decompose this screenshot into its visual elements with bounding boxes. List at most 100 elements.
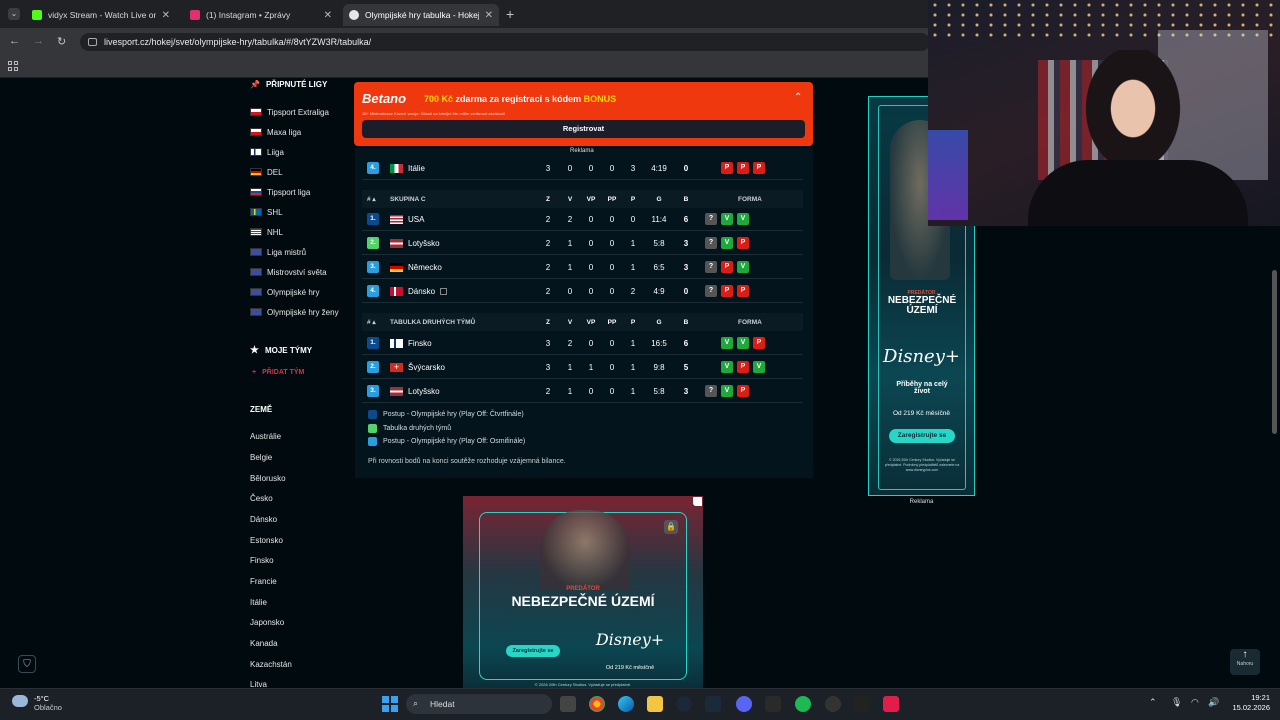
- table-row[interactable]: 3. Lotyšsko 2 1 0 0 1 5:8 3 ? V P: [362, 380, 803, 403]
- tiktok-icon[interactable]: [883, 696, 899, 712]
- team-name[interactable]: Lotyšsko: [408, 239, 440, 248]
- form-badge[interactable]: ?: [705, 385, 717, 397]
- form-badge[interactable]: V: [753, 361, 765, 373]
- country-link[interactable]: Estonsko: [250, 536, 283, 545]
- form-badge[interactable]: ?: [705, 285, 717, 297]
- scrollbar-thumb[interactable]: [1272, 270, 1277, 434]
- form-badge[interactable]: P: [737, 162, 749, 174]
- form-badge[interactable]: P: [737, 385, 749, 397]
- tab-instagram[interactable]: (1) Instagram • Zprávy ✕: [184, 4, 338, 26]
- sidebar-item-olympijske-hry-zeny[interactable]: Olympijské hry ženy: [250, 304, 339, 320]
- steam-icon[interactable]: [676, 696, 692, 712]
- form-badge[interactable]: P: [721, 261, 733, 273]
- chrome-icon[interactable]: [589, 696, 605, 712]
- sidebar-item-tipsport-liga[interactable]: Tipsport liga: [250, 184, 310, 200]
- tab-kick[interactable]: vidyx Stream - Watch Live on Kick ✕: [26, 4, 176, 26]
- country-link[interactable]: Česko: [250, 494, 273, 503]
- info-icon[interactable]: [440, 287, 448, 295]
- table-row[interactable]: 2. Lotyšsko 2 1 0 0 1 5:8 3 ? V P: [362, 232, 803, 255]
- weather-icon[interactable]: [12, 695, 28, 707]
- form-badge[interactable]: V: [737, 261, 749, 273]
- sidebar-item-mistrovstvi-sveta[interactable]: Mistrovství světa: [250, 264, 327, 280]
- country-link[interactable]: Austrálie: [250, 432, 281, 441]
- country-link[interactable]: Finsko: [250, 556, 274, 565]
- form-badge[interactable]: P: [737, 361, 749, 373]
- form-badge[interactable]: ?: [705, 261, 717, 273]
- close-icon[interactable]: ✕: [162, 10, 170, 21]
- form-badge[interactable]: P: [737, 285, 749, 297]
- url-bar[interactable]: livesport.cz/hokej/svet/olympijske-hry/t…: [80, 33, 930, 51]
- team-name[interactable]: Německo: [408, 263, 442, 272]
- capcut-icon[interactable]: [853, 696, 869, 712]
- back-to-top-button[interactable]: ↑ Nahoru: [1230, 649, 1260, 675]
- reload-icon[interactable]: ↻: [57, 35, 66, 48]
- obs-icon[interactable]: [825, 696, 841, 712]
- weather-widget[interactable]: -5°C Oblačno: [34, 694, 62, 712]
- form-badge[interactable]: ?: [705, 213, 717, 225]
- sidebar-item-liga-mistru[interactable]: Liga mistrů: [250, 244, 306, 260]
- edge-icon[interactable]: [618, 696, 634, 712]
- spotify-icon[interactable]: [795, 696, 811, 712]
- team-name[interactable]: Finsko: [408, 339, 432, 348]
- microphone-icon[interactable]: 🎙: [1171, 697, 1182, 708]
- add-team-button[interactable]: + PŘIDAT TÝM: [252, 369, 304, 376]
- discord-icon[interactable]: [736, 696, 752, 712]
- table-row[interactable]: 3. Německo 2 1 0 0 1 6:5 3 ? P V: [362, 256, 803, 279]
- team-name[interactable]: Dánsko: [408, 287, 448, 296]
- form-badge[interactable]: V: [721, 361, 733, 373]
- taskbar-search[interactable]: Hledat: [406, 694, 552, 714]
- form-badge[interactable]: P: [721, 285, 733, 297]
- team-name[interactable]: Itálie: [408, 164, 425, 173]
- sidebar-item-liiga[interactable]: Liiga: [250, 144, 284, 160]
- ad-cta-button[interactable]: Zaregistrujte se: [889, 429, 955, 443]
- new-tab-icon[interactable]: +: [506, 6, 514, 22]
- clock[interactable]: 19:21 15.02.2026: [1226, 693, 1270, 713]
- shield-icon[interactable]: ⛉: [18, 655, 36, 673]
- table-row[interactable]: 4. Dánsko 2 0 0 0 2 4:9 0 ? P P: [362, 280, 803, 303]
- sidebar-item-shl[interactable]: SHL: [250, 204, 283, 220]
- forward-icon[interactable]: →: [33, 35, 44, 47]
- form-badge[interactable]: P: [753, 337, 765, 349]
- team-name[interactable]: USA: [408, 215, 424, 224]
- chevron-up-icon[interactable]: ⌃: [1149, 697, 1157, 708]
- country-link[interactable]: Kazachstán: [250, 660, 292, 669]
- file-explorer-icon[interactable]: [647, 696, 663, 712]
- wifi-icon[interactable]: ◠: [1191, 697, 1199, 708]
- site-info-icon[interactable]: [88, 38, 97, 46]
- back-icon[interactable]: ←: [9, 35, 20, 47]
- ad-cta-button[interactable]: Zaregistrujte se: [506, 645, 560, 657]
- form-badge[interactable]: P: [721, 162, 733, 174]
- volume-icon[interactable]: 🔊: [1208, 697, 1219, 708]
- form-badge[interactable]: V: [721, 237, 733, 249]
- sidebar-item-olympijske-hry[interactable]: Olympijské hry: [250, 284, 319, 300]
- adchoices-icon[interactable]: [693, 497, 702, 506]
- epic-games-icon[interactable]: [765, 696, 781, 712]
- sidebar-item-del[interactable]: DEL: [250, 164, 283, 180]
- form-badge[interactable]: V: [721, 213, 733, 225]
- country-link[interactable]: Belgie: [250, 453, 272, 462]
- team-name[interactable]: Lotyšsko: [408, 387, 440, 396]
- close-icon[interactable]: ✕: [485, 10, 493, 21]
- table-row[interactable]: 1. USA 2 2 0 0 0 11:4 6 ? V V: [362, 208, 803, 231]
- store-icon[interactable]: [705, 696, 721, 712]
- close-icon[interactable]: ✕: [324, 10, 332, 21]
- form-badge[interactable]: V: [721, 385, 733, 397]
- form-badge[interactable]: V: [721, 337, 733, 349]
- country-link[interactable]: Japonsko: [250, 618, 284, 627]
- form-badge[interactable]: P: [737, 237, 749, 249]
- table-row[interactable]: 2. + Švýcarsko 3 1 1 0 1 9:8 5 V P V: [362, 356, 803, 379]
- apps-icon[interactable]: [8, 61, 18, 71]
- tab-search-icon[interactable]: ⌄: [8, 8, 20, 20]
- register-button[interactable]: Registrovat: [362, 120, 805, 138]
- sidebar-item-nhl[interactable]: NHL: [250, 224, 283, 240]
- tab-livesport[interactable]: Olympijské hry tabulka - Hokej ✕: [343, 4, 499, 26]
- form-badge[interactable]: P: [753, 162, 765, 174]
- team-name[interactable]: Švýcarsko: [408, 363, 445, 372]
- sidebar-item-maxa-liga[interactable]: Maxa liga: [250, 124, 301, 140]
- form-badge[interactable]: ?: [705, 237, 717, 249]
- country-link[interactable]: Itálie: [250, 598, 267, 607]
- country-link[interactable]: Bělorusko: [250, 474, 286, 483]
- rank-col-header[interactable]: # ▴: [367, 318, 376, 326]
- chevron-up-icon[interactable]: ⌃: [794, 92, 802, 103]
- country-link[interactable]: Kanada: [250, 639, 278, 648]
